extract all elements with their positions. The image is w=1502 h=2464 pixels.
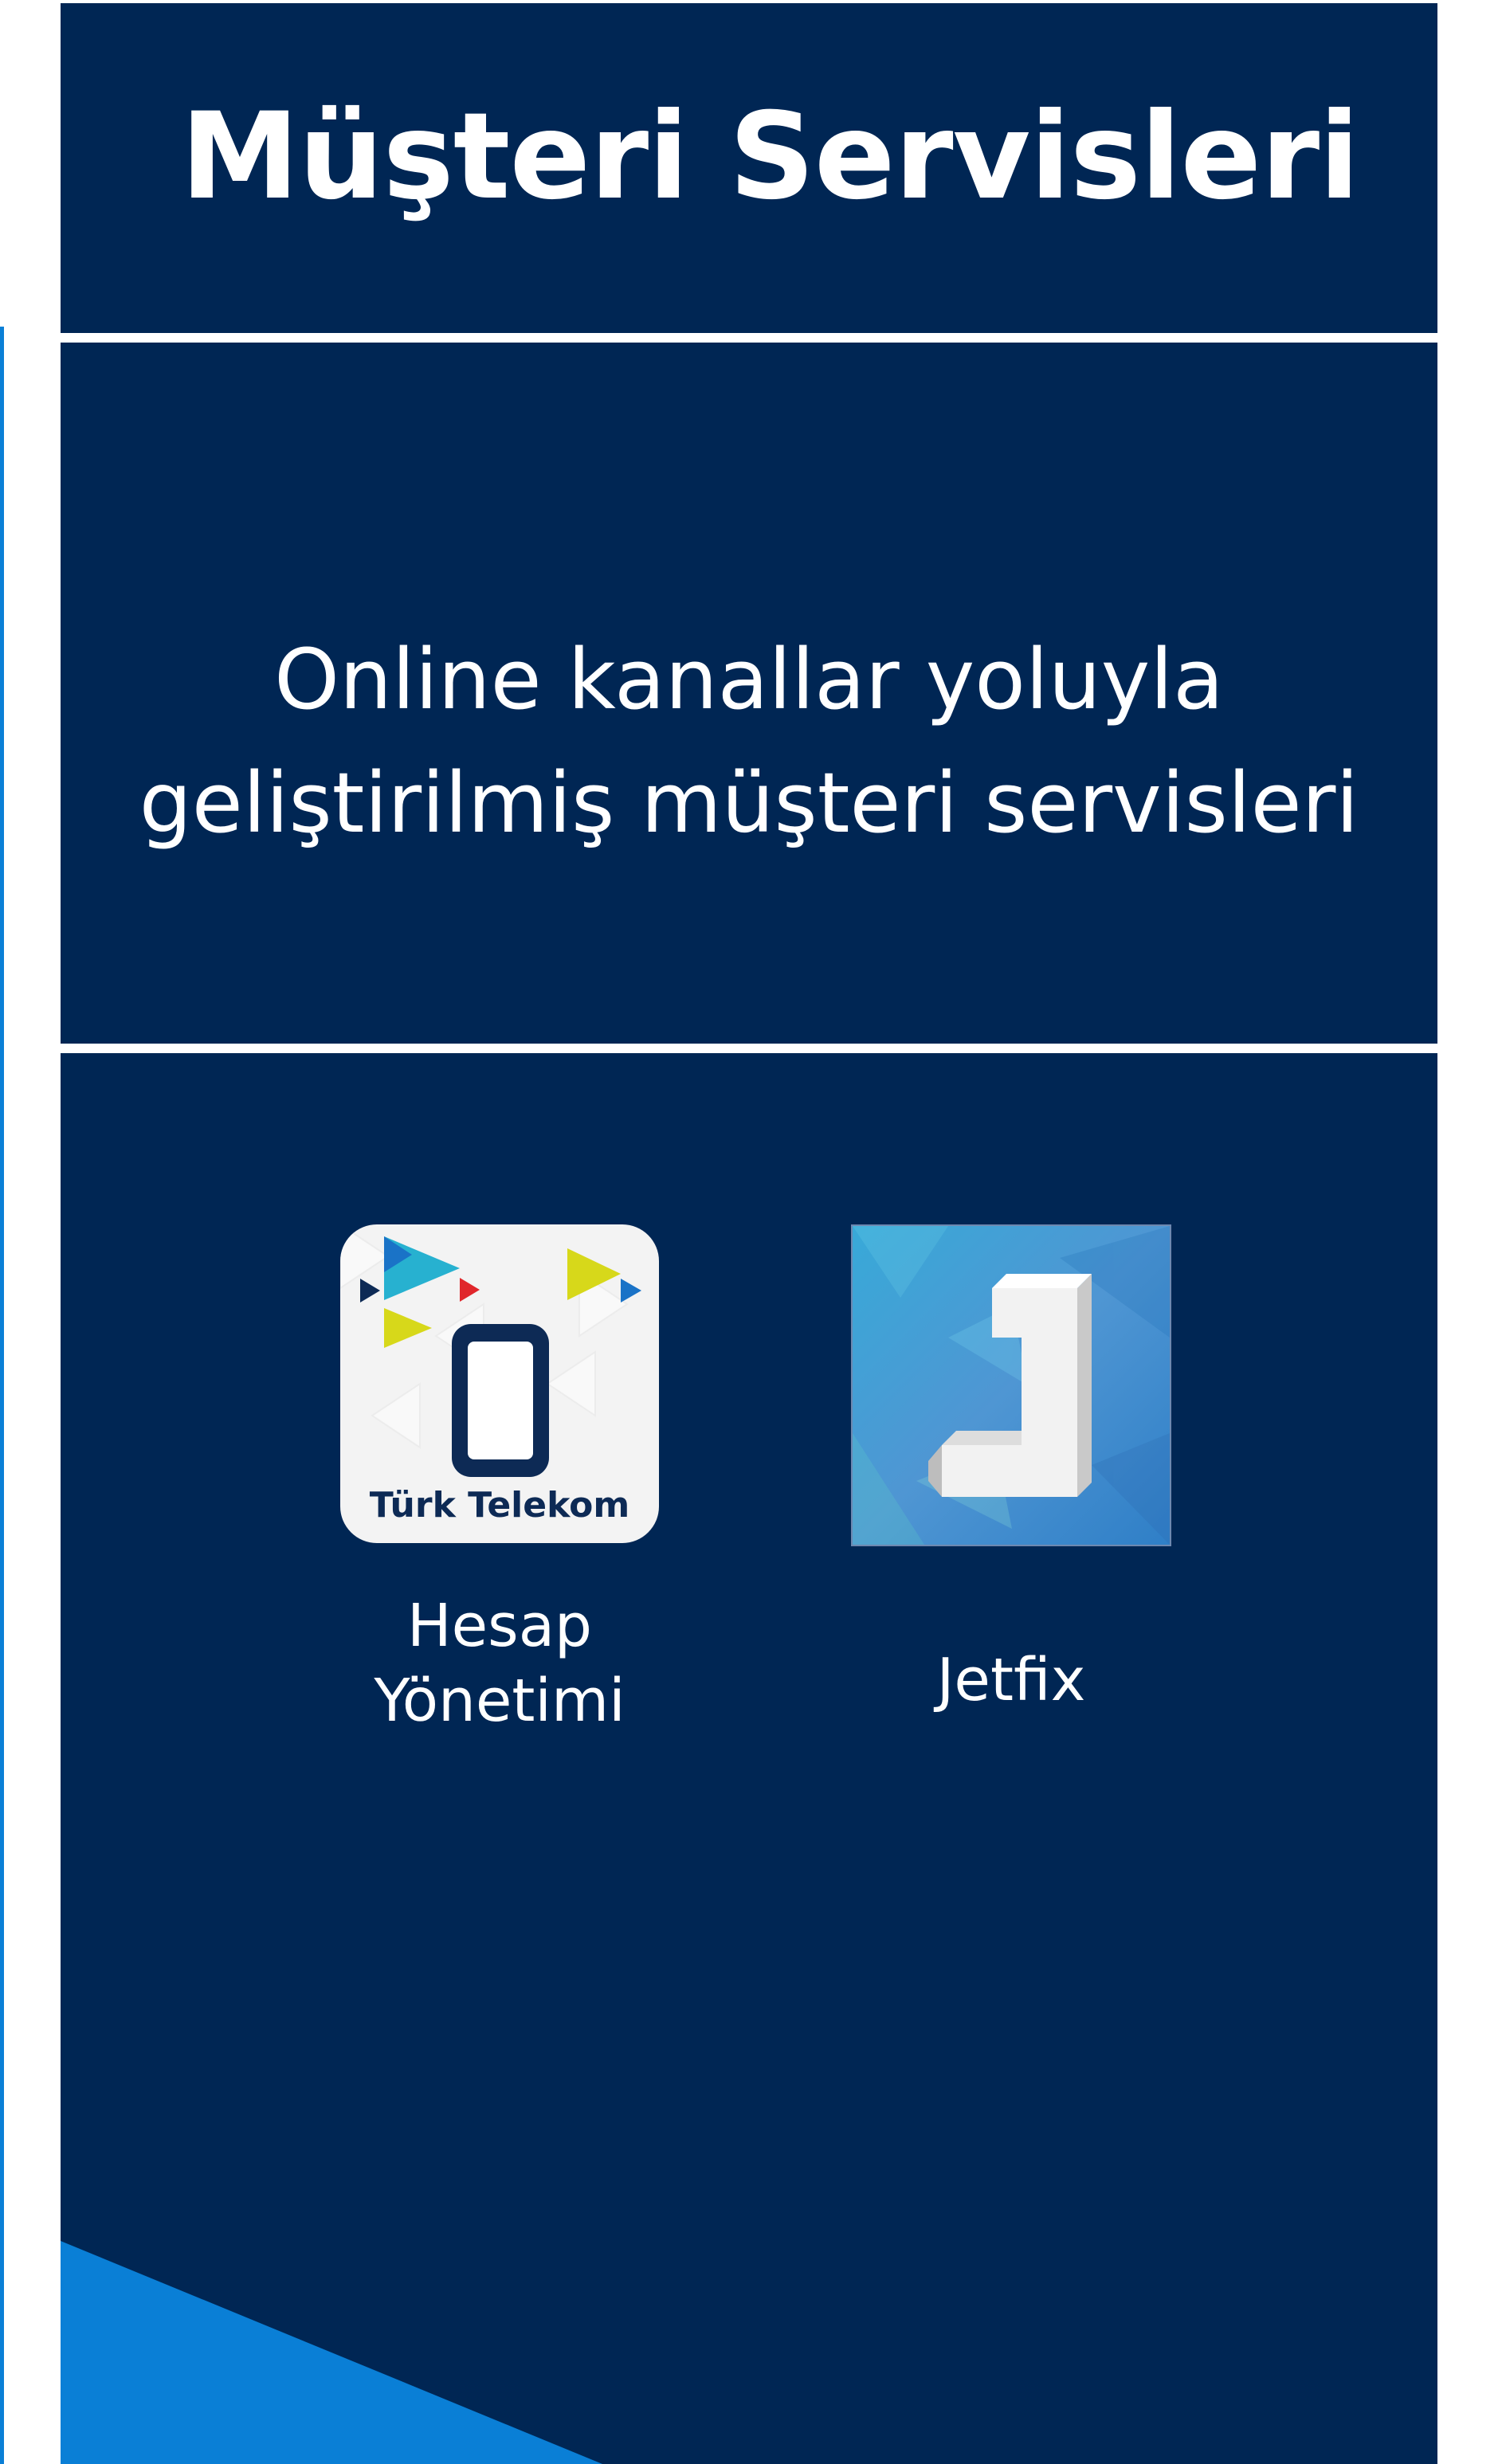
account-management-label[interactable]: Hesap Yönetimi [340, 1588, 659, 1738]
corner-accent-wedge [61, 2241, 602, 2464]
account-management-label-line-1: Hesap [406, 1592, 593, 1660]
jetfix-j-icon [853, 1226, 1170, 1545]
page-title: Müşteri Servisleri [180, 88, 1359, 226]
subtitle-line-2: geliştirilmiş müşteri servisleri [139, 754, 1359, 852]
header-divider [61, 333, 1437, 343]
customer-services-panel: Müşteri Servisleri Online kanallar yoluy… [61, 3, 1437, 2464]
apps-divider [61, 1044, 1437, 1053]
turk-telekom-app-icon[interactable]: Türk Telekom [340, 1224, 659, 1543]
account-management-label-line-2: Yönetimi [374, 1667, 626, 1735]
turk-telekom-brand-text: Türk Telekom [369, 1485, 630, 1526]
jetfix-label[interactable]: Jetfix [851, 1643, 1171, 1718]
left-edge-accent-strip [0, 327, 4, 2464]
subtitle-line-1: Online kanallar yoluyla [274, 631, 1224, 728]
jetfix-app-icon[interactable] [851, 1224, 1171, 1546]
page-subtitle: Online kanallar yoluyla geliştirilmiş mü… [61, 618, 1437, 865]
